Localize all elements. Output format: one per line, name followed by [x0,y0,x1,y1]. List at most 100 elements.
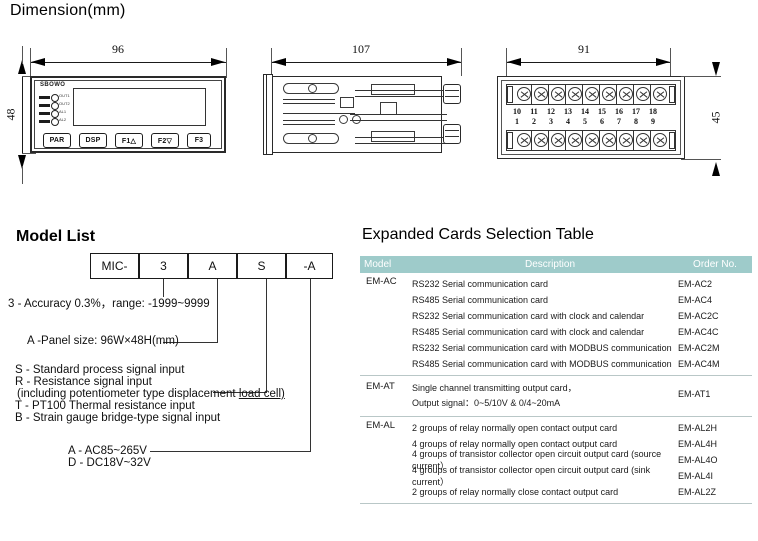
row-description: RS232 Serial communication card with clo… [412,311,645,321]
front-width-arrow-right-icon [211,58,225,66]
table-row: RS232 Serial communication card with MOD… [412,340,752,356]
leader-panel-v [217,279,218,342]
column-header-order: Order No. [693,259,737,270]
rear-arrow-left-icon [507,58,521,66]
led-bar-icon [39,96,50,99]
side-bezel-line [266,74,267,155]
row-order-no: EM-AL2Z [678,487,717,497]
front-width-dimension-line [30,62,226,63]
front-ext-line-right [226,48,227,78]
note-input-b: B - Strain gauge bridge-type signal inpu… [15,412,221,424]
button-f3[interactable]: F3 [187,133,211,148]
model-code-box-input[interactable]: S [237,253,286,279]
terminal-end-left [507,132,513,149]
terminal-number-top: 10 [513,107,521,116]
rear-height-ext-bottom [681,159,721,160]
clip-line-1 [445,90,459,91]
button-dsp[interactable]: DSP [79,133,107,148]
row-description-line2: Output signal：0~5/10V & 0/4~20mA [412,398,561,408]
led-indicator-4: AL2 [39,117,69,126]
rear-height-label: 45 [708,111,723,124]
model-code-box-accuracy[interactable]: 3 [139,253,188,279]
side-box-1 [340,97,354,108]
terminal-row-top [506,84,676,105]
rear-width-label: 91 [578,42,590,56]
rear-height-ext-top [681,76,721,77]
led-bar-icon [39,104,50,107]
button-f1[interactable]: F1△ [115,133,143,148]
note-power-d: D - DC18V~32V [68,457,151,469]
group-model-label: EM-AC [366,276,397,287]
table-row: RS232 Serial communication card EM-AC2 [412,276,752,292]
button-f2[interactable]: F2▽ [151,133,179,148]
led-label: OUT2 [59,101,70,106]
rear-height-arrow-up-icon [712,162,720,176]
screw-icon [636,133,650,147]
terminal-cell [651,85,668,104]
screw-icon [602,133,616,147]
terminal-cell [583,131,600,150]
row-description: 4 groups of relay normally open contact … [412,439,618,449]
terminal-cell [600,85,617,104]
note-input-r: R - Resistance signal input [15,376,152,388]
terminal-cell [617,131,634,150]
screw-icon [568,87,582,101]
terminal-number-bottom: 8 [634,117,638,126]
side-card-line-2 [355,96,447,97]
screw-icon [653,133,667,147]
terminal-number-bottom: 9 [651,117,655,126]
terminal-cell [532,85,549,104]
row-description: 4 groups of transistor collector open ci… [412,464,651,487]
screw-icon [585,87,599,101]
front-height-ext-bottom [22,166,23,184]
terminal-cell [566,85,583,104]
side-hole-4 [308,134,317,143]
note-input-t: T - PT100 Thermal resistance input [15,400,195,412]
side-hole-1 [308,84,317,93]
side-card-line-3 [350,114,447,115]
side-card-line-1 [355,90,447,91]
screw-icon [568,133,582,147]
side-ext-line-right [461,48,462,76]
table-row: RS485 Serial communication card with MOD… [412,356,752,372]
row-order-no: EM-AT1 [678,389,711,399]
table-group-em-ac: EM-AC RS232 Serial communication card EM… [360,273,752,376]
model-code-box-panel[interactable]: A [188,253,237,279]
table-row: 2 groups of relay normally close contact… [412,484,752,500]
rear-ext-line-right [670,48,671,76]
led-bar-icon [39,120,50,123]
table-row: RS485 Serial communication card with clo… [412,324,752,340]
terminal-number-top: 12 [547,107,555,116]
led-dot-icon [51,94,59,102]
terminal-number-top: 18 [649,107,657,116]
button-par[interactable]: PAR [43,133,71,148]
screw-icon [534,133,548,147]
led-indicator-2: OUT2 [39,101,70,110]
led-label: AL1 [59,109,67,114]
side-arrow-right-icon [447,58,461,66]
screw-icon [551,133,565,147]
side-line-5 [283,124,335,125]
note-panel-size: A -Panel size: 96W×48H(mm) [27,335,179,347]
front-height-dimension-line [22,76,23,153]
screw-icon [619,133,633,147]
terminal-number-top: 15 [598,107,606,116]
page-title: Dimension(mm) [10,2,126,19]
model-code-box-prefix[interactable]: MIC- [90,253,139,279]
terminal-cell [515,131,532,150]
screw-icon [517,133,531,147]
note-accuracy: 3 - Accuracy 0.3%，range: -1999~9999 [8,298,210,310]
model-code-box-power[interactable]: -A [286,253,333,279]
cards-table-title: Expanded Cards Selection Table [362,226,594,243]
side-length-dimension-line [271,62,461,63]
table-row: Single channel transmitting output card，… [412,381,752,411]
side-length-label: 107 [352,42,370,56]
lcd-display [73,88,206,126]
led-dot-icon [51,110,59,118]
front-height-ext-top [22,46,23,64]
side-arrow-left-icon [272,58,286,66]
column-header-model: Model [364,259,392,270]
row-description: 2 groups of relay normally close contact… [412,487,619,497]
group-model-label: EM-AL [366,420,396,431]
group-model-label: EM-AT [366,381,395,392]
